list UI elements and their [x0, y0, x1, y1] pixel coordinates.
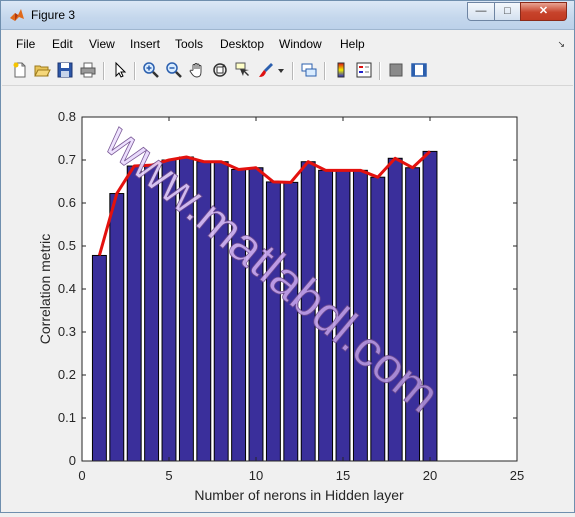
y-tick-label: 0.7 [58, 152, 76, 167]
menu-tools[interactable]: Tools [175, 37, 203, 51]
x-tick-label: 20 [423, 468, 437, 483]
minimize-button[interactable]: — [467, 2, 495, 21]
y-tick-label: 0 [69, 453, 76, 468]
x-tick-label: 15 [336, 468, 350, 483]
brush-icon[interactable] [257, 61, 275, 79]
bar [265, 181, 281, 462]
toolbar-separator [379, 62, 381, 80]
close-button[interactable]: ✕ [520, 2, 567, 21]
toolbar-separator [292, 62, 294, 80]
menu-file[interactable]: File [16, 37, 35, 51]
bar [126, 165, 142, 462]
show-plot-tools-icon[interactable] [410, 61, 428, 79]
save-icon[interactable] [56, 61, 74, 79]
figure-toolbar [2, 57, 573, 86]
legend-icon[interactable] [355, 61, 373, 79]
y-tick-label: 0.8 [58, 109, 76, 124]
x-tick-label: 0 [78, 468, 85, 483]
pointer-icon[interactable] [111, 61, 129, 79]
y-tick-label: 0.3 [58, 324, 76, 339]
pan-icon[interactable] [188, 61, 206, 79]
zoom-in-icon[interactable] [142, 61, 160, 79]
data-cursor-icon[interactable] [234, 61, 252, 79]
hide-plot-tools-icon[interactable] [387, 61, 405, 79]
maximize-button[interactable]: □ [494, 2, 521, 21]
menu-window[interactable]: Window [279, 37, 322, 51]
menu-help[interactable]: Help [340, 37, 365, 51]
brush-dropdown-icon[interactable] [276, 61, 286, 79]
y-tick-label: 0.6 [58, 195, 76, 210]
link-plot-icon[interactable] [300, 61, 318, 79]
bar [109, 193, 125, 462]
figure-window: Figure 3 — □ ✕ File Edit View Insert Too… [0, 0, 575, 513]
figure-canvas: 0 5 10 15 20 25 0 0.1 0.2 0.3 0.4 0.5 0.6 0.7 0.8 Num… [2, 86, 573, 512]
x-tick-label: 10 [249, 468, 263, 483]
print-icon[interactable] [79, 61, 97, 79]
bar [387, 157, 403, 462]
toolbar-separator [103, 62, 105, 80]
x-axis-label: Number of nerons in Hidden layer [194, 487, 404, 503]
bar [422, 150, 438, 462]
y-tick-label: 0.2 [58, 367, 76, 382]
rotate-3d-icon[interactable] [211, 61, 229, 79]
bar [144, 164, 160, 462]
window-title: Figure 3 [31, 8, 76, 22]
x-tick-label: 5 [165, 468, 172, 483]
bar-chart: 0 5 10 15 20 25 0 0.1 0.2 0.3 0.4 0.5 0.6 0.7 0.8 Num… [37, 109, 524, 503]
toolbar-separator [324, 62, 326, 80]
y-tick-label: 0.1 [58, 410, 76, 425]
y-tick-label: 0.5 [58, 238, 76, 253]
open-file-icon[interactable] [33, 61, 51, 79]
menu-desktop[interactable]: Desktop [220, 37, 264, 51]
toolbar-separator [134, 62, 136, 80]
matlab-logo-icon [10, 9, 24, 21]
bar [91, 254, 107, 462]
dock-arrow-icon[interactable]: ↘ [557, 39, 565, 50]
zoom-out-icon[interactable] [165, 61, 183, 79]
title-bar[interactable]: Figure 3 — □ ✕ [1, 1, 574, 30]
new-figure-icon[interactable] [11, 61, 29, 79]
menu-edit[interactable]: Edit [52, 37, 73, 51]
colorbar-icon[interactable] [332, 61, 350, 79]
menu-bar: File Edit View Insert Tools Desktop Wind… [2, 33, 573, 55]
menu-view[interactable]: View [89, 37, 115, 51]
menu-insert[interactable]: Insert [130, 37, 160, 51]
x-tick-label: 25 [510, 468, 524, 483]
y-tick-label: 0.4 [58, 281, 76, 296]
bar [248, 167, 264, 462]
y-axis-label: Correlation metric [37, 234, 53, 344]
